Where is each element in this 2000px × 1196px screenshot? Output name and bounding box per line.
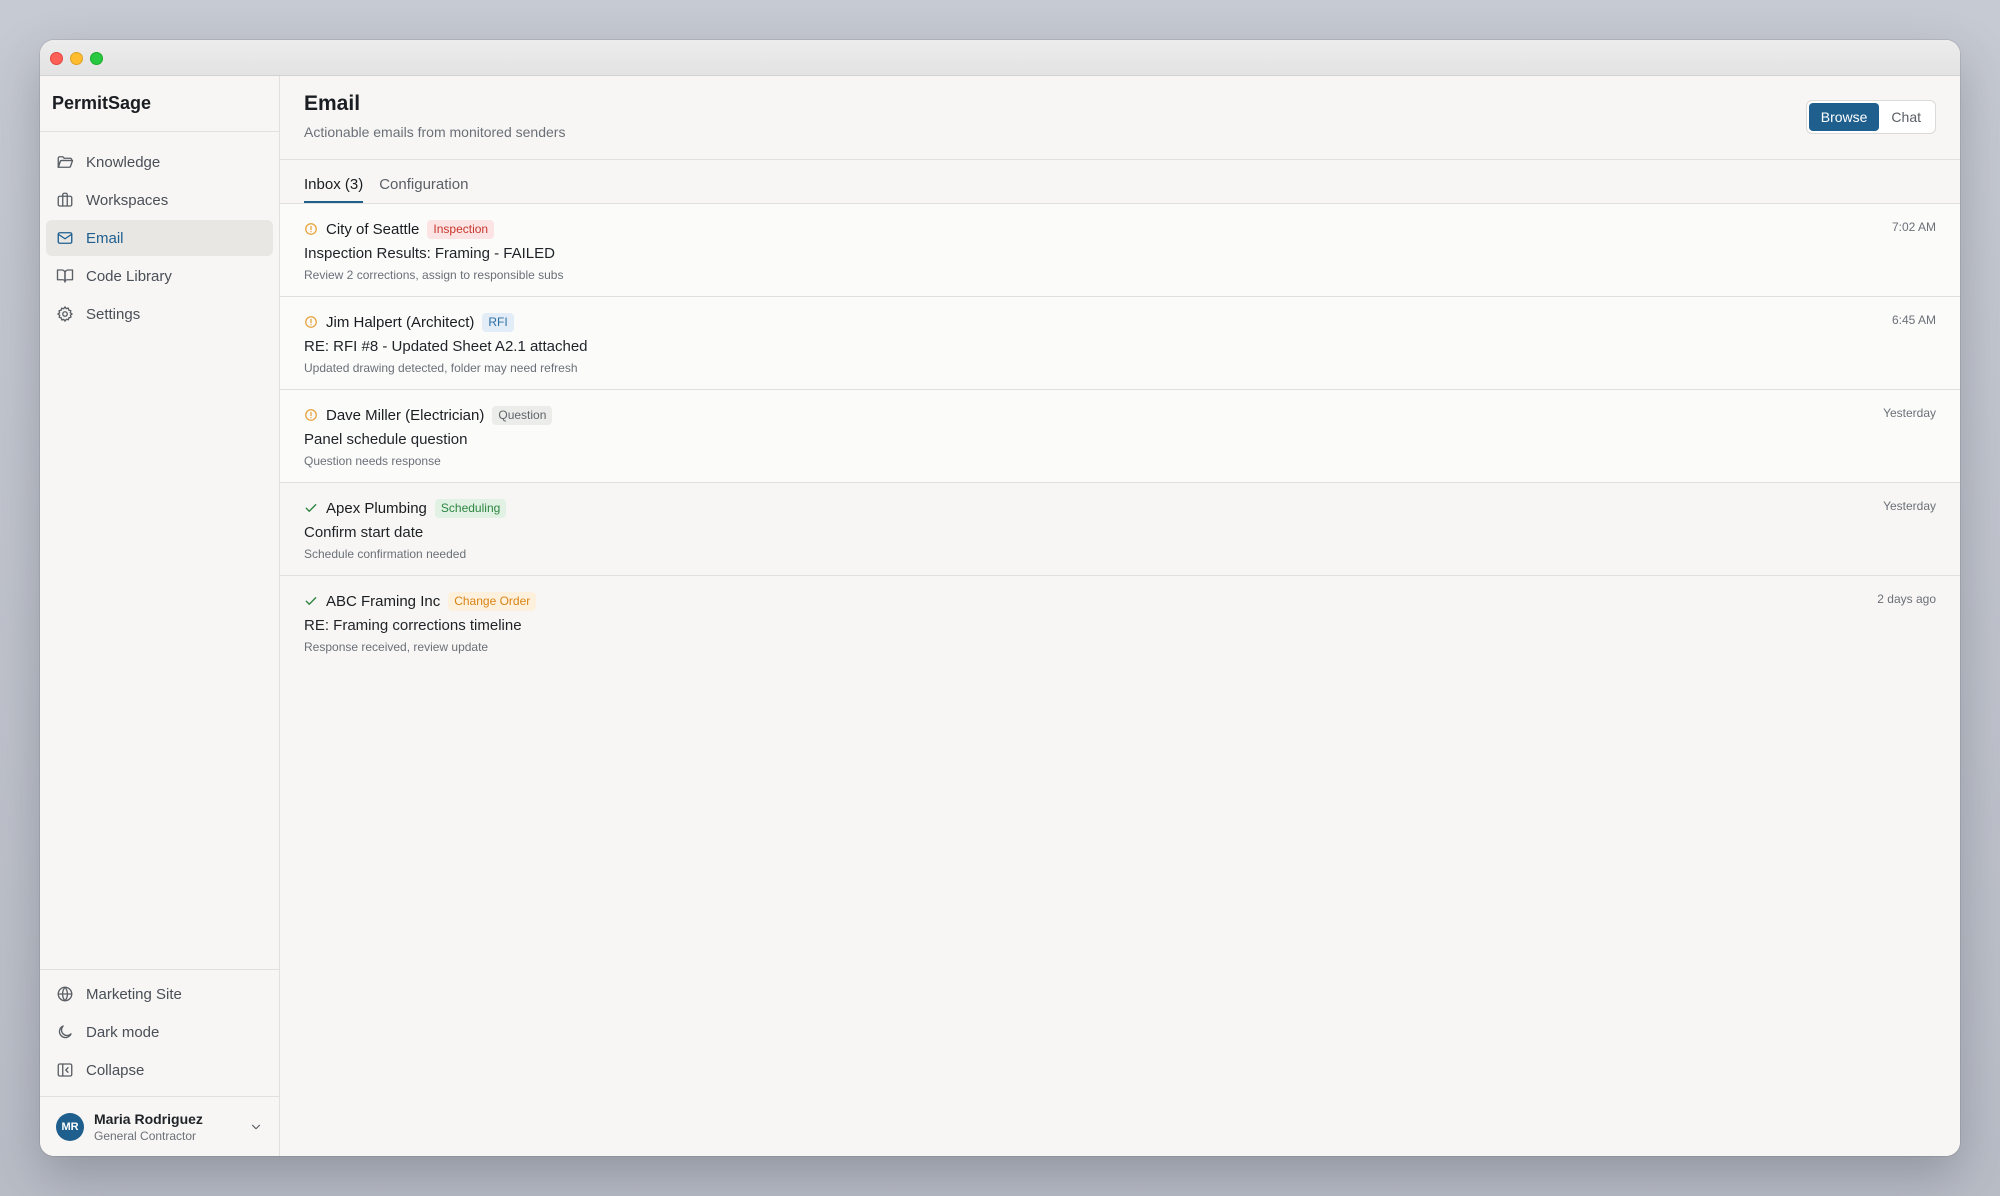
email-header: City of Seattle Inspection	[304, 218, 1936, 240]
email-header: Apex Plumbing Scheduling	[304, 497, 1936, 519]
folder-icon	[57, 156, 74, 168]
check-icon	[305, 597, 317, 605]
email-row[interactable]: ABC Framing Inc Change Order RE: Framing…	[280, 576, 1960, 669]
email-sender: ABC Framing Inc	[326, 592, 441, 610]
dark-mode-toggle[interactable]: Dark mode	[46, 1014, 273, 1050]
email-summary: Updated drawing detected, folder may nee…	[304, 361, 578, 375]
email-sender: Apex Plumbing	[326, 499, 427, 517]
tab-inbox[interactable]: Inbox (3)	[304, 176, 364, 203]
sidebar-item-knowledge[interactable]: Knowledge	[46, 144, 273, 180]
alert-circle-icon	[305, 409, 317, 421]
email-summary: Review 2 corrections, assign to responsi…	[304, 268, 564, 282]
alert-circle-icon	[305, 316, 317, 328]
sidebar-item-label: Dark mode	[86, 1023, 160, 1041]
sidebar-item-workspaces[interactable]: Workspaces	[46, 182, 273, 218]
collapse-icon	[57, 1063, 73, 1077]
email-row[interactable]: Jim Halpert (Architect) RFI RE: RFI #8 -…	[280, 297, 1960, 390]
main-content: Email Actionable emails from monitored s…	[280, 76, 1960, 1156]
marketing-site-link[interactable]: Marketing Site	[46, 976, 273, 1012]
tab-configuration[interactable]: Configuration	[379, 176, 468, 203]
globe-icon	[57, 986, 73, 1002]
email-header: Dave Miller (Electrician) Question	[304, 404, 1936, 426]
avatar: MR	[56, 1112, 84, 1141]
sidebar-item-email[interactable]: Email	[46, 220, 273, 256]
email-time: 7:02 AM	[1891, 220, 1936, 234]
sidebar-item-code-library[interactable]: Code Library	[46, 258, 273, 294]
book-icon	[56, 269, 74, 283]
minimize-window-button[interactable]	[70, 52, 83, 65]
user-name: Maria Rodriguez	[94, 1110, 203, 1127]
user-menu[interactable]: MR Maria Rodriguez General Contractor	[40, 1096, 279, 1156]
chat-button[interactable]: Chat	[1879, 103, 1933, 131]
email-time: 2 days ago	[1877, 592, 1936, 606]
sidebar-nav: Knowledge Workspaces Email Code Library …	[40, 132, 279, 346]
close-window-button[interactable]	[50, 52, 63, 65]
view-toggle: Browse Chat	[1805, 100, 1936, 134]
sidebar-item-settings[interactable]: Settings	[46, 296, 273, 332]
email-row[interactable]: Dave Miller (Electrician) Question Panel…	[280, 390, 1960, 483]
email-tag: Inspection	[427, 219, 495, 239]
sidebar-item-label: Settings	[86, 305, 141, 323]
email-sender: City of Seattle	[326, 220, 420, 238]
collapse-sidebar-button[interactable]: Collapse	[46, 1052, 273, 1088]
briefcase-icon	[57, 192, 73, 207]
email-subject: Inspection Results: Framing - FAILED	[304, 245, 555, 262]
check-icon	[305, 504, 317, 512]
alert-circle-icon	[305, 223, 317, 235]
email-sender: Jim Halpert (Architect)	[326, 313, 475, 331]
email-time: Yesterday	[1883, 499, 1936, 513]
email-row[interactable]: Apex Plumbing Scheduling Confirm start d…	[280, 483, 1960, 576]
email-sender: Dave Miller (Electrician)	[326, 406, 485, 424]
email-row[interactable]: City of Seattle Inspection Inspection Re…	[280, 204, 1960, 297]
email-time: Yesterday	[1883, 406, 1936, 420]
email-summary: Response received, review update	[304, 640, 489, 654]
sidebar-item-label: Code Library	[86, 267, 172, 285]
email-tag: Scheduling	[434, 498, 507, 518]
email-subject: RE: RFI #8 - Updated Sheet A2.1 attached	[304, 338, 588, 355]
email-header: ABC Framing Inc Change Order	[304, 590, 1936, 612]
page-subtitle: Actionable emails from monitored senders	[304, 124, 566, 140]
user-info: Maria Rodriguez General Contractor	[94, 1111, 203, 1143]
email-summary: Schedule confirmation needed	[304, 547, 467, 561]
email-tag: RFI	[482, 312, 514, 332]
gear-icon	[57, 306, 73, 322]
title-bar	[40, 40, 1960, 76]
email-tag: Change Order	[448, 591, 537, 611]
sidebar-item-label: Marketing Site	[86, 985, 182, 1003]
sidebar-footer-nav: Marketing Site Dark mode Collapse	[40, 969, 279, 1096]
chevron-down-icon[interactable]	[249, 1120, 263, 1134]
maximize-window-button[interactable]	[90, 52, 103, 65]
app-logo: PermitSage	[40, 76, 279, 132]
moon-icon	[58, 1025, 72, 1039]
email-summary: Question needs response	[304, 454, 441, 468]
email-subject: Panel schedule question	[304, 431, 468, 448]
tab-bar: Inbox (3) Configuration	[280, 160, 1960, 204]
email-subject: Confirm start date	[304, 524, 424, 541]
sidebar-item-label: Collapse	[86, 1061, 145, 1079]
mail-icon	[57, 232, 73, 244]
email-subject: RE: Framing corrections timeline	[304, 617, 522, 634]
email-header: Jim Halpert (Architect) RFI	[304, 311, 1936, 333]
page-title: Email	[304, 92, 361, 115]
sidebar-item-label: Email	[86, 229, 124, 247]
browse-button[interactable]: Browse	[1808, 103, 1880, 131]
sidebar-item-label: Workspaces	[86, 191, 169, 209]
sidebar: PermitSage Knowledge Workspaces Email Co…	[40, 76, 280, 1156]
page-header: Email Actionable emails from monitored s…	[280, 76, 1960, 160]
email-list: City of Seattle Inspection Inspection Re…	[280, 204, 1960, 669]
user-role: General Contractor	[94, 1128, 197, 1143]
email-time: 6:45 AM	[1891, 313, 1936, 327]
sidebar-item-label: Knowledge	[86, 153, 161, 171]
app-window: PermitSage Knowledge Workspaces Email Co…	[40, 40, 1960, 1156]
email-tag: Question	[492, 405, 553, 425]
